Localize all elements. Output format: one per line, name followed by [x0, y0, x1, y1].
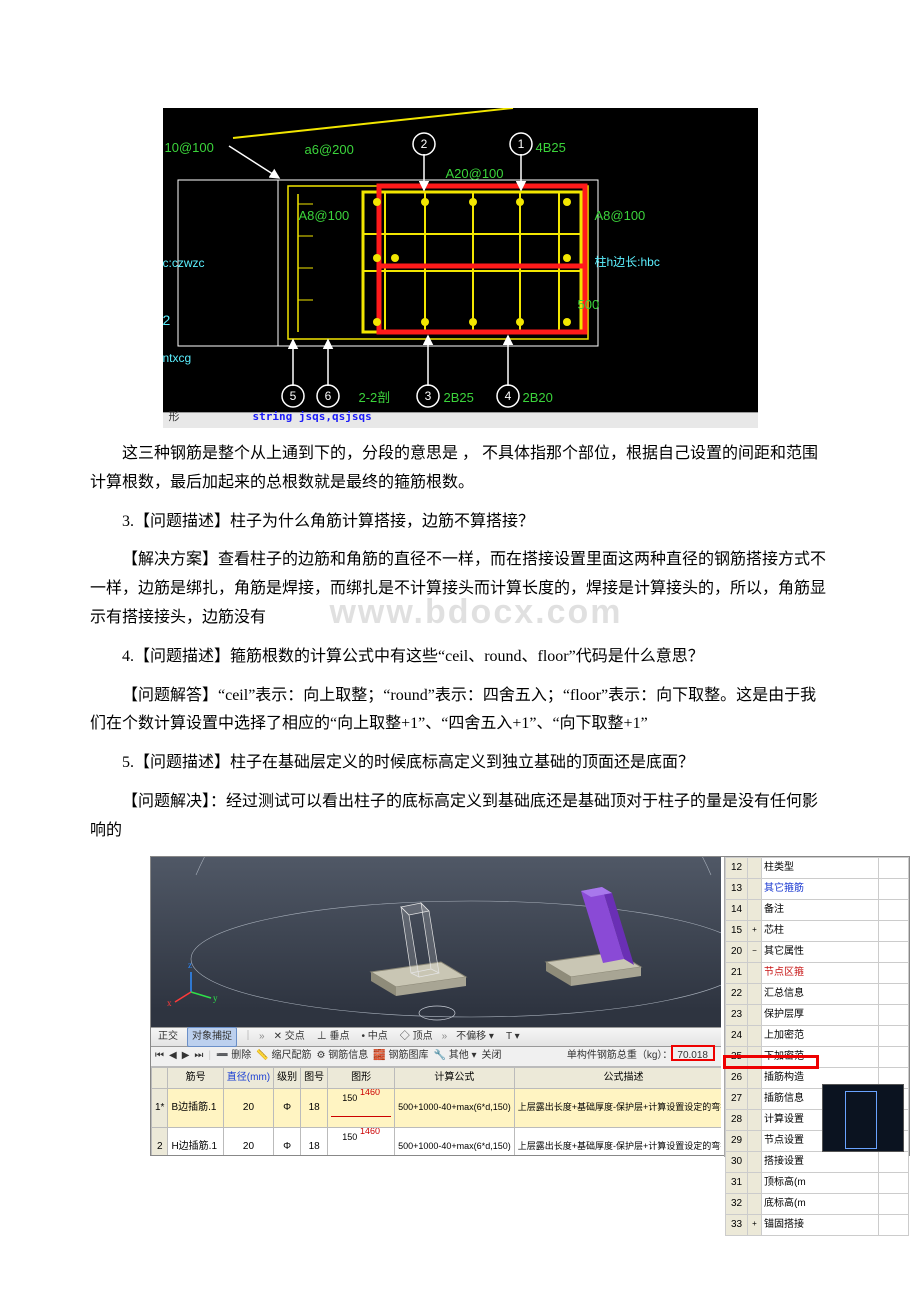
- svg-text:x: x: [167, 998, 172, 1008]
- q4-answer: 【问题解答】“ceil”表示：向上取整；“round”表示：四舍五入；“floo…: [90, 682, 830, 740]
- cad-label-a20-100: A20@100: [446, 162, 504, 185]
- cad-section-figure: 2 1 5 6 3 4 10@100 a6@200 A20@100 A8@100…: [163, 108, 758, 428]
- weight-label: 单构件钢筋总重（kg）：: [567, 1047, 673, 1065]
- nav-first[interactable]: ⏮: [155, 1047, 164, 1065]
- property-row[interactable]: 24上加密范: [726, 1025, 909, 1046]
- rebar-toolbar[interactable]: ⏮ ◀ ▶ ⏭ | ➖ 删除 📏 缩尺配筋 ⚙ 钢筋信息 🧱 钢筋图库 🔧 其他…: [151, 1047, 721, 1067]
- snap-perpendicular[interactable]: ⊥ 垂点: [314, 1028, 353, 1046]
- property-row[interactable]: 14备注: [726, 899, 909, 920]
- scale-rebar-button[interactable]: 📏 缩尺配筋: [256, 1047, 311, 1065]
- 3d-viewport[interactable]: z y x: [151, 857, 721, 1027]
- col-formula[interactable]: 计算公式: [395, 1067, 515, 1088]
- property-row[interactable]: 13其它箍筋: [726, 878, 909, 899]
- status-code: string jsqs,qsjsqs: [253, 407, 372, 427]
- property-row[interactable]: 33+锚固搭接: [726, 1214, 909, 1235]
- highlight-box-weight: [671, 1045, 715, 1061]
- object-snap-toggle[interactable]: 对象捕捉: [187, 1027, 237, 1047]
- table-row[interactable]: 1*B边插筋.120Φ18150 1460500+1000-40+max(6*d…: [152, 1088, 722, 1127]
- osnap-toolbar[interactable]: 正交 对象捕捉 ｜ » ✕ 交点 ⊥ 垂点 • 中点 ◇ 顶点 » 不偏移 ▾ …: [151, 1027, 721, 1047]
- svg-text:2: 2: [420, 137, 427, 151]
- cad-left1: c:czwzc: [163, 253, 205, 275]
- svg-text:5: 5: [289, 389, 296, 403]
- svg-text:4: 4: [504, 389, 511, 403]
- q3-answer: 【解决方案】查看柱子的边筋和角筋的直径不一样，而在搭接设置里面这两种直径的钢筋搭…: [90, 551, 826, 626]
- nav-last[interactable]: ⏭: [194, 1047, 203, 1065]
- property-row[interactable]: 32底标高(m: [726, 1193, 909, 1214]
- text-dropdown[interactable]: T ▾: [503, 1028, 523, 1046]
- cad-label-a6-200: a6@200: [305, 138, 354, 161]
- property-row[interactable]: 23保护层厚: [726, 1004, 909, 1025]
- cad-label-2b20: 2B20: [523, 386, 553, 409]
- cad-label-pillar-h: 柱h边长:hbc: [595, 252, 660, 274]
- cad-label-10-100: 10@100: [165, 136, 214, 159]
- section-thumbnail: [822, 1084, 904, 1152]
- cad-label-4b25: 4B25: [536, 136, 566, 159]
- cad-label-2b25: 2B25: [444, 386, 474, 409]
- rebar-info-button[interactable]: ⚙ 钢筋信息: [316, 1047, 368, 1065]
- status-tag: 形: [169, 407, 180, 427]
- col-grade[interactable]: 级别: [274, 1067, 301, 1088]
- table-row[interactable]: 2H边插筋.120Φ18150 1460500+1000-40+max(6*d,…: [152, 1127, 722, 1155]
- q3-title: 3.【问题描述】柱子为什么角筋计算搭接，边筋不算搭接？: [90, 508, 830, 537]
- paragraph-intro: 这三种钢筋是整个从上通到下的，分段的意思是 ， 不具体指那个部位，根据自己设置的…: [90, 440, 830, 498]
- rebar-library-button[interactable]: 🧱 钢筋图库: [373, 1047, 428, 1065]
- software-screenshot: z y x 正交 对象捕捉 ｜ » ✕ 交点 ⊥ 垂点 • 中点 ◇ 顶点 » …: [150, 856, 910, 1156]
- svg-text:y: y: [213, 993, 218, 1003]
- other-dropdown[interactable]: 🔧 其他 ▾: [433, 1047, 476, 1065]
- q4-title: 4.【问题描述】箍筋根数的计算公式中有这些“ceil、round、floor”代…: [90, 643, 830, 672]
- property-panel[interactable]: 12柱类型13其它箍筋14备注15+芯柱20−其它属性21节点区箍22汇总信息2…: [724, 857, 909, 1157]
- col-dia[interactable]: 直径(mm): [223, 1067, 273, 1088]
- cad-left3: ntxcg: [163, 348, 192, 370]
- property-row[interactable]: 25下加密范: [726, 1046, 909, 1067]
- cad-label-a8-100-r: A8@100: [595, 204, 646, 227]
- delete-button[interactable]: ➖ 删除: [216, 1047, 251, 1065]
- cad-label-500: 500: [578, 293, 600, 316]
- property-row[interactable]: 15+芯柱: [726, 920, 909, 941]
- property-row[interactable]: 20−其它属性: [726, 941, 909, 962]
- svg-text:6: 6: [324, 389, 331, 403]
- close-button[interactable]: 关闭: [482, 1047, 502, 1065]
- col-shape[interactable]: 图形: [328, 1067, 395, 1088]
- ortho-toggle[interactable]: 正交: [155, 1028, 181, 1046]
- offset-dropdown[interactable]: 不偏移 ▾: [453, 1028, 497, 1046]
- col-desc[interactable]: 公式描述: [514, 1067, 721, 1088]
- property-row[interactable]: 22汇总信息: [726, 983, 909, 1004]
- snap-intersection[interactable]: ✕ 交点: [271, 1028, 308, 1046]
- property-row[interactable]: 12柱类型: [726, 857, 909, 878]
- snap-midpoint[interactable]: • 中点: [359, 1028, 391, 1046]
- q5-title: 5.【问题描述】柱子在基础层定义的时候底标高定义到独立基础的顶面还是底面？: [90, 749, 830, 778]
- property-row[interactable]: 30搭接设置: [726, 1151, 909, 1172]
- cad-label-sec22: 2-2剖: [359, 386, 391, 409]
- nav-next[interactable]: ▶: [182, 1047, 190, 1065]
- cad-left2: 2: [163, 308, 171, 333]
- q5-answer: 【问题解决】：经过测试可以看出柱子的底标高定义到基础底还是基础顶对于柱子的量是没…: [90, 788, 830, 846]
- svg-text:1: 1: [517, 137, 524, 151]
- property-row[interactable]: 31顶标高(m: [726, 1172, 909, 1193]
- col-name[interactable]: 筋号: [168, 1067, 223, 1088]
- cad-label-a8-100-l: A8@100: [299, 204, 350, 227]
- col-fig[interactable]: 图号: [301, 1067, 328, 1088]
- nav-prev[interactable]: ◀: [169, 1047, 177, 1065]
- rebar-table[interactable]: 筋号 直径(mm) 级别 图号 图形 计算公式 公式描述 长度 根 1*B边插筋…: [151, 1067, 721, 1155]
- svg-text:z: z: [188, 960, 192, 970]
- svg-text:3: 3: [424, 389, 431, 403]
- snap-vertex[interactable]: ◇ 顶点: [397, 1028, 436, 1046]
- property-row[interactable]: 21节点区箍: [726, 962, 909, 983]
